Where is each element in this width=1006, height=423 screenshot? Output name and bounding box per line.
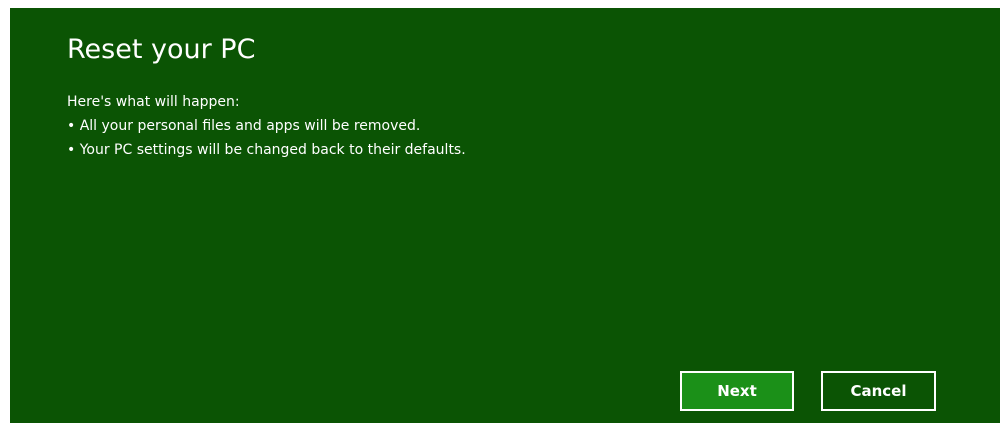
cancel-button[interactable]: Cancel — [821, 371, 936, 411]
reset-pc-dialog: Reset your PC Here's what will happen: •… — [10, 8, 1000, 423]
intro-text: Here's what will happen: — [67, 94, 240, 110]
dialog-title: Reset your PC — [67, 34, 256, 65]
bullet-settings-reset: • Your PC settings will be changed back … — [67, 142, 466, 158]
bullet-files-removed: • All your personal files and apps will … — [67, 118, 421, 134]
dialog-description: Here's what will happen: • All your pers… — [67, 90, 466, 162]
next-button[interactable]: Next — [680, 371, 794, 411]
